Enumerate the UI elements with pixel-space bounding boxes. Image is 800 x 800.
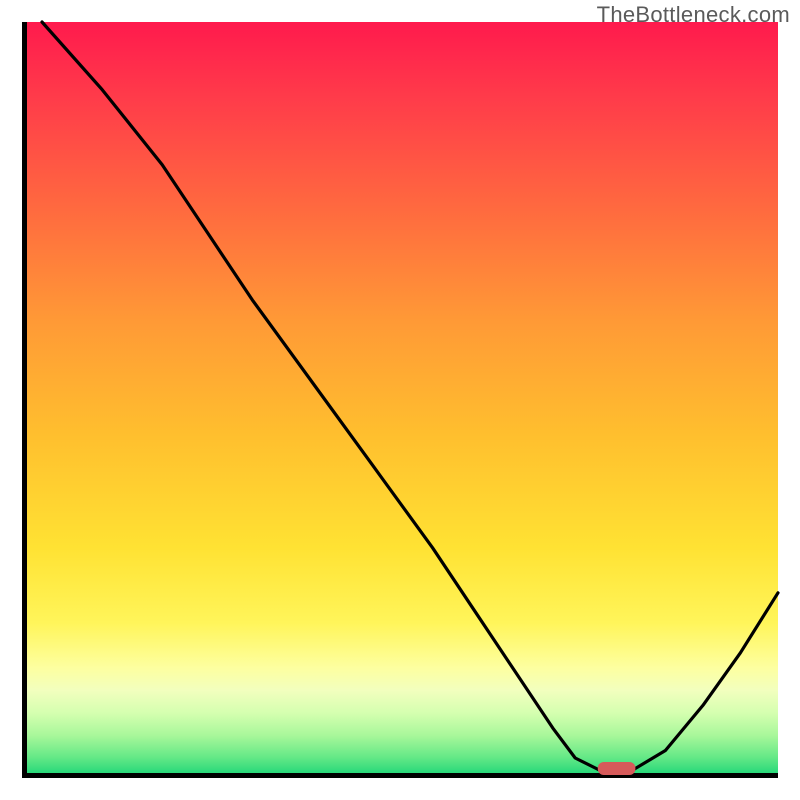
plot-area [22, 22, 778, 778]
bottleneck-curve-line [42, 22, 778, 773]
optimal-point-marker [598, 762, 636, 775]
chart-svg [27, 22, 778, 773]
